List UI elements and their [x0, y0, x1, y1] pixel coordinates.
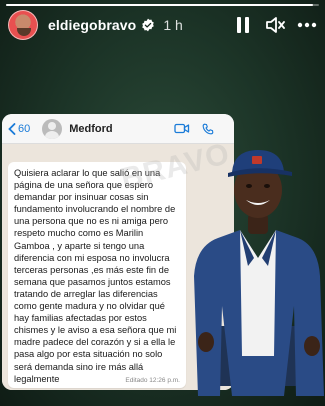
verified-badge-icon: [142, 18, 155, 32]
contact-name[interactable]: Medford: [69, 123, 112, 135]
person-photo: [194, 150, 324, 396]
avatar[interactable]: [8, 10, 38, 40]
username[interactable]: eldiegobravo: [48, 17, 136, 33]
story-header: eldiegobravo 1 h: [8, 8, 317, 42]
contact-avatar[interactable]: [42, 118, 63, 139]
story-progress-fill: [6, 4, 313, 6]
story-timestamp: 1 h: [163, 17, 183, 33]
phone-icon[interactable]: [202, 123, 214, 135]
unread-count: 60: [18, 122, 31, 135]
more-horizontal-icon: [297, 22, 317, 28]
pause-icon: [237, 17, 249, 33]
message-timestamp: Editado 12:26 p.m.: [125, 377, 180, 384]
story-progress-bar: [6, 4, 319, 6]
chevron-left-icon: [8, 122, 16, 135]
chat-header: 60 Medford: [2, 114, 234, 144]
back-button[interactable]: 60: [8, 123, 30, 135]
message-bubble[interactable]: Quisiera aclarar lo que salió en una pág…: [8, 162, 186, 388]
pause-button[interactable]: [233, 15, 253, 35]
video-camera-icon[interactable]: [174, 123, 190, 134]
more-options-button[interactable]: [297, 15, 317, 35]
speaker-muted-icon: [266, 17, 285, 33]
message-text: Quisiera aclarar lo que salió en una pág…: [14, 168, 177, 384]
mute-button[interactable]: [265, 15, 285, 35]
